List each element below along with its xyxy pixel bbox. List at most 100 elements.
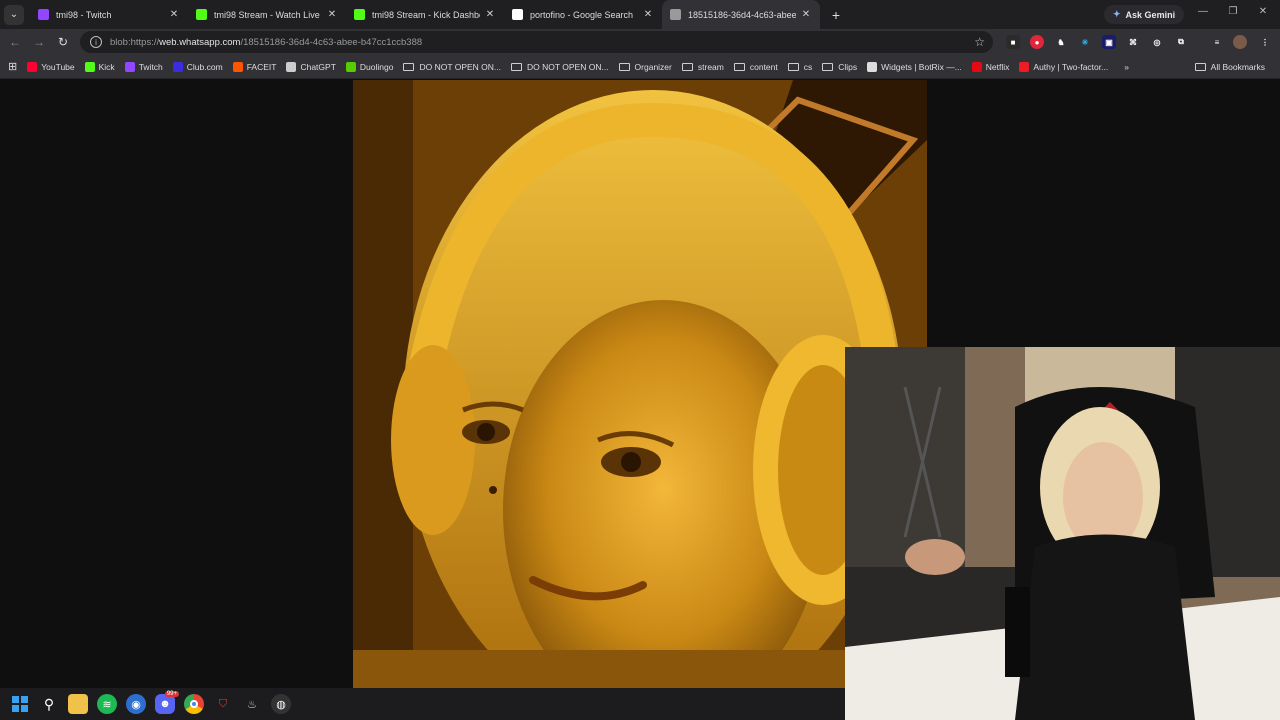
extension-icon[interactable]: ✳ xyxy=(1078,35,1092,49)
kebab-menu-icon[interactable]: ⋮ xyxy=(1258,35,1272,49)
address-bar[interactable]: i blob:https://web.whatsapp.com/18515186… xyxy=(80,31,993,53)
bookmark-label: Organizer xyxy=(634,61,672,72)
duolingo-icon xyxy=(345,61,356,72)
folder-icon xyxy=(511,62,522,71)
windows-start-button[interactable] xyxy=(10,694,30,714)
bookmark-item[interactable]: Club.com xyxy=(168,58,228,76)
tab[interactable]: tmi98 - Twitch ✕ xyxy=(30,0,188,29)
folder-icon xyxy=(618,62,630,71)
ask-gemini-button[interactable]: ✦ Ask Gemini xyxy=(1104,5,1185,24)
netflix-icon xyxy=(971,61,982,72)
search-icon: ⚲ xyxy=(43,695,55,712)
spotify-icon[interactable]: ≋ xyxy=(97,694,117,714)
video-frame[interactable] xyxy=(353,80,927,688)
tab-search-button[interactable]: ⌄ xyxy=(4,4,24,25)
authy-icon xyxy=(1019,61,1030,72)
chrome-icon[interactable] xyxy=(184,694,204,714)
bookmark-label: ChatGPT xyxy=(300,61,336,72)
windows-logo-icon xyxy=(12,696,28,712)
extension-icon[interactable]: ▣ xyxy=(1102,35,1116,49)
bookmark-label: Clips xyxy=(838,61,858,72)
obs-icon[interactable]: ◍ xyxy=(271,694,291,714)
bookmarks-bar: ⊞ YouTube Kick Twitch Club.com FACEIT ChatGPT… xyxy=(0,55,1280,79)
close-tab-icon[interactable]: ✕ xyxy=(326,9,338,20)
maximize-button[interactable]: ❐ xyxy=(1223,6,1243,17)
extension-icon[interactable]: ◎ xyxy=(1150,35,1164,49)
bookmark-folder[interactable]: DO NOT OPEN ON... xyxy=(506,58,614,76)
puzzle-icon[interactable]: ⧉ xyxy=(1174,35,1188,49)
folder-icon xyxy=(787,62,799,71)
discord-icon[interactable]: ☻ 99+ xyxy=(155,691,179,714)
steam-icon[interactable]: ♨ xyxy=(242,694,262,714)
extension-icon[interactable]: ● xyxy=(1030,35,1044,49)
folder-icon xyxy=(1194,63,1206,71)
bookmark-folder[interactable]: content xyxy=(729,58,783,76)
apps-button[interactable]: ⊞ xyxy=(6,58,22,76)
bookmark-label: cs xyxy=(803,61,813,72)
reload-button[interactable]: ↻ xyxy=(51,35,75,49)
bookmark-label: DO NOT OPEN ON... xyxy=(419,61,501,72)
apps-grid-icon: ⊞ xyxy=(8,61,18,73)
back-button[interactable]: ← xyxy=(3,35,27,49)
close-tab-icon[interactable]: ✕ xyxy=(642,9,654,20)
all-bookmarks-label: All Bookmarks xyxy=(1210,62,1265,72)
close-window-button[interactable]: ✕ xyxy=(1253,6,1273,17)
tab-title: tmi98 Stream - Watch Live on K xyxy=(214,9,322,20)
tab[interactable]: portofino - Google Search ✕ xyxy=(504,0,662,29)
close-tab-icon[interactable]: ✕ xyxy=(800,9,812,20)
bookmark-label: stream xyxy=(697,61,724,72)
bookmark-label: Duolingo xyxy=(359,61,394,72)
file-explorer-icon[interactable] xyxy=(68,694,88,714)
bookmark-label: Authy | Two-factor... xyxy=(1033,61,1109,72)
close-tab-icon[interactable]: ✕ xyxy=(484,9,496,20)
url-prefix: blob:https:// xyxy=(110,36,160,48)
tab[interactable]: tmi98 Stream - Kick Dashboard ✕ xyxy=(346,0,504,29)
avatar[interactable] xyxy=(1233,35,1247,49)
more-bookmarks-button[interactable]: » xyxy=(1119,58,1134,76)
shield-app-icon[interactable]: ⛉ xyxy=(213,694,233,714)
bookmark-item[interactable]: ChatGPT xyxy=(281,58,340,76)
tab-title: tmi98 Stream - Kick Dashboard xyxy=(372,9,480,20)
reload-icon: ↻ xyxy=(57,35,69,49)
tab[interactable]: 18515186-36d4-4c63-abee-b4 ✕ xyxy=(662,0,820,29)
extension-icon[interactable]: ■ xyxy=(1006,35,1020,49)
bookmark-item[interactable]: YouTube xyxy=(22,58,79,76)
bookmark-item[interactable]: Kick xyxy=(80,58,120,76)
bookmark-star-icon[interactable]: ☆ xyxy=(974,35,985,49)
site-info-icon[interactable]: i xyxy=(90,36,102,48)
media-control-icon[interactable]: ≡ xyxy=(1210,35,1224,49)
extension-icon[interactable]: ⌘ xyxy=(1126,35,1140,49)
search-button[interactable]: ⚲ xyxy=(39,694,59,714)
bookmark-label: YouTube xyxy=(41,61,75,72)
bookmark-folder[interactable]: cs xyxy=(783,58,818,76)
bookmark-folder[interactable]: Clips xyxy=(817,58,862,76)
forward-button[interactable]: → xyxy=(27,35,51,49)
tab-title: tmi98 - Twitch xyxy=(56,9,112,20)
tab[interactable]: tmi98 Stream - Watch Live on K ✕ xyxy=(188,0,346,29)
google-icon xyxy=(512,9,523,20)
webcam-overlay xyxy=(845,347,1280,720)
bookmark-folder[interactable]: DO NOT OPEN ON... xyxy=(398,58,506,76)
twitch-icon xyxy=(38,9,49,20)
bookmark-folder[interactable]: Organizer xyxy=(614,58,677,76)
gemini-sparkle-icon: ✦ xyxy=(1113,9,1121,19)
bookmark-item[interactable]: Netflix xyxy=(967,58,1015,76)
bookmark-item[interactable]: Duolingo xyxy=(341,58,399,76)
bookmark-label: DO NOT OPEN ON... xyxy=(527,61,609,72)
extension-icon[interactable]: ♞ xyxy=(1054,35,1068,49)
bookmark-item[interactable]: Authy | Two-factor... xyxy=(1014,58,1113,76)
app-icon[interactable]: ◉ xyxy=(126,694,146,714)
minimize-button[interactable]: — xyxy=(1193,6,1213,17)
bookmark-item[interactable]: Widgets | BotRix —... xyxy=(862,58,967,76)
bookmark-item[interactable]: Twitch xyxy=(120,58,168,76)
folder-icon xyxy=(403,62,415,71)
close-tab-icon[interactable]: ✕ xyxy=(168,9,180,20)
bookmark-folder[interactable]: stream xyxy=(677,58,729,76)
url-path: /18515186-36d4-4c63-abee-b47cc1ccb388 xyxy=(240,36,423,48)
bookmark-item[interactable]: FACEIT xyxy=(228,58,282,76)
all-bookmarks-button[interactable]: All Bookmarks xyxy=(1190,58,1270,76)
bookmark-label: Kick xyxy=(98,61,115,72)
bookmark-label: Club.com xyxy=(186,61,223,72)
new-tab-button[interactable]: + xyxy=(826,7,846,23)
tab-title: portofino - Google Search xyxy=(530,9,634,20)
